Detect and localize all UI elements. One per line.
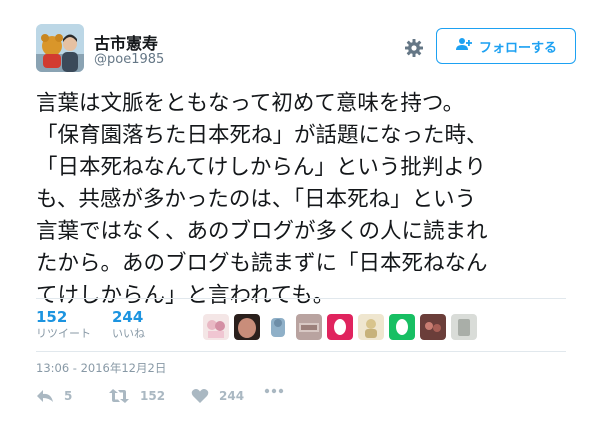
- more-button[interactable]: [264, 388, 284, 394]
- liker-avatar[interactable]: [234, 314, 260, 340]
- like-action-count: 244: [219, 389, 245, 403]
- tweet-line: 「日本死ねなんてけしからん」という批判より: [36, 155, 486, 180]
- liker-avatar[interactable]: [451, 314, 477, 340]
- gear-icon[interactable]: [404, 38, 424, 58]
- retweet-count: 152: [36, 308, 68, 326]
- liker-avatar[interactable]: [358, 314, 384, 340]
- tweet-header: 古市憲寿 @poe1985 フォローする: [36, 24, 576, 76]
- tweet-text: 言葉は文脈をともなって初めて意味を持つ。 「保育園落ちた日本死ね」が話題になった…: [36, 88, 576, 312]
- follow-button[interactable]: フォローする: [436, 28, 576, 64]
- retweet-button[interactable]: 152: [108, 388, 165, 404]
- reply-count: 5: [64, 389, 73, 403]
- display-name[interactable]: 古市憲寿: [94, 30, 158, 54]
- retweet-stat[interactable]: 152 リツイート: [36, 308, 91, 342]
- retweet-action-count: 152: [140, 389, 166, 403]
- liker-avatar[interactable]: [327, 314, 353, 340]
- avatar[interactable]: [36, 24, 84, 72]
- tweet-timestamp[interactable]: 13:06 - 2016年12月2日: [36, 360, 166, 376]
- liker-avatars: [203, 314, 477, 340]
- tweet-line: 「保育園落ちた日本死ね」が話題になった時、: [36, 123, 488, 148]
- tweet-line: 言葉は文脈をともなって初めて意味を持つ。: [36, 91, 465, 116]
- tweet-line: 言葉ではなく、あのブログが多くの人に読まれ: [36, 219, 488, 244]
- liker-avatar[interactable]: [420, 314, 446, 340]
- add-user-icon: [455, 37, 473, 55]
- retweet-icon: [108, 388, 130, 404]
- like-button[interactable]: 244: [191, 388, 244, 404]
- like-count: 244: [112, 308, 144, 326]
- more-icon: [264, 388, 284, 394]
- heart-icon: [191, 388, 209, 404]
- liker-avatar[interactable]: [296, 314, 322, 340]
- tweet-line: も、共感が多かったのは、「日本死ね」という: [36, 187, 477, 212]
- reply-button[interactable]: 5: [36, 388, 72, 404]
- follow-button-label: フォローする: [478, 40, 557, 56]
- like-label: いいね: [112, 327, 145, 340]
- divider: [36, 298, 566, 299]
- tweet-line: たから。あのブログも読まずに「日本死ねなん: [36, 251, 488, 276]
- liker-avatar[interactable]: [203, 314, 229, 340]
- liker-avatar[interactable]: [389, 314, 415, 340]
- like-stat[interactable]: 244 いいね: [112, 308, 145, 342]
- tweet-actions: 5 152 244: [36, 388, 576, 412]
- liker-avatar[interactable]: [265, 314, 291, 340]
- divider: [36, 351, 566, 352]
- retweet-label: リツイート: [36, 327, 91, 340]
- reply-icon: [36, 388, 54, 404]
- user-handle[interactable]: @poe1985: [94, 52, 164, 67]
